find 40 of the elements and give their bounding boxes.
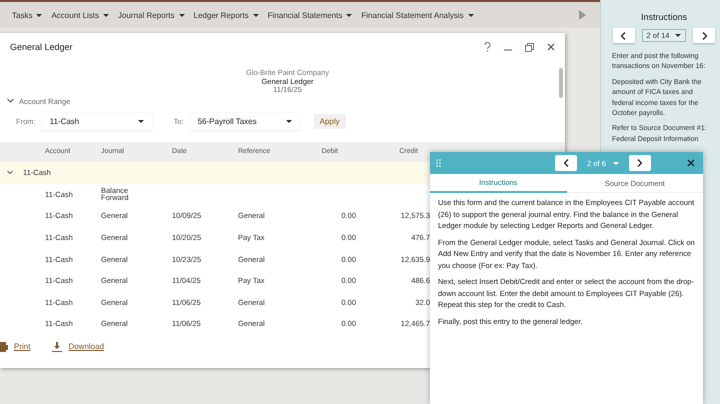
menu-item[interactable]: Financial Statement Analysis <box>357 10 478 20</box>
caret-icon <box>468 14 474 16</box>
chevron-left-icon <box>564 159 569 167</box>
apply-button[interactable]: Apply <box>314 114 346 129</box>
caret-icon <box>252 14 259 16</box>
menu-item[interactable]: Ledger Reports <box>190 10 263 20</box>
caret-icon <box>346 14 352 16</box>
caret-icon <box>612 162 619 164</box>
print-link[interactable]: Print <box>0 342 30 352</box>
account-select[interactable]: 11-Cash <box>42 112 152 130</box>
window-title: General Ledger <box>10 42 73 52</box>
scrollbar-thumb[interactable] <box>559 68 563 98</box>
previous-button[interactable] <box>612 28 635 43</box>
close-button[interactable] <box>686 159 695 167</box>
help-icon <box>484 42 491 52</box>
panel-title: Instructions <box>640 12 688 22</box>
menu-item[interactable]: Tasks <box>8 10 46 20</box>
arrow-right-icon <box>579 10 586 20</box>
caret-icon <box>103 14 110 16</box>
download-link[interactable]: Download <box>52 342 104 352</box>
drag-handle-icon <box>436 159 441 167</box>
caret-icon <box>138 120 144 122</box>
menu-item[interactable]: Financial Statements <box>264 10 356 20</box>
restore-icon <box>525 42 534 52</box>
caret-icon <box>675 34 682 37</box>
caret-icon <box>286 120 292 122</box>
close-icon <box>686 159 695 167</box>
chevron-right-icon <box>702 32 707 40</box>
menu-item[interactable]: Account Lists <box>47 10 114 20</box>
next-button[interactable] <box>693 28 716 43</box>
menu-item[interactable]: Journal Reports <box>114 10 189 20</box>
close-icon <box>547 43 555 51</box>
previous-button[interactable] <box>555 155 578 171</box>
caret-icon <box>178 14 185 16</box>
chevron-right-icon <box>637 159 642 167</box>
download-icon <box>52 342 62 352</box>
next-button[interactable] <box>628 155 651 171</box>
account-select[interactable]: 56-Payroll Taxes <box>190 112 300 130</box>
chevron-left-icon <box>621 32 626 40</box>
caret-icon <box>36 14 42 16</box>
